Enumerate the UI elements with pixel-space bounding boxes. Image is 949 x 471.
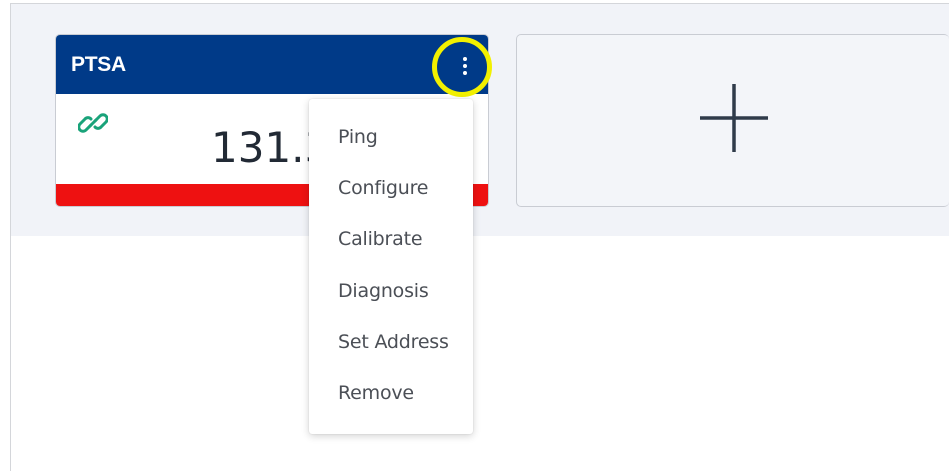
menu-item-ping[interactable]: Ping bbox=[338, 126, 378, 148]
kebab-menu-icon[interactable] bbox=[455, 56, 475, 76]
menu-item-configure[interactable]: Configure bbox=[338, 177, 428, 199]
link-icon bbox=[78, 113, 108, 133]
card-title: PTSA bbox=[71, 53, 126, 76]
context-menu: Ping Configure Calibrate Diagnosis Set A… bbox=[309, 99, 473, 434]
menu-item-remove[interactable]: Remove bbox=[338, 382, 414, 404]
card-header: PTSA bbox=[56, 35, 488, 94]
menu-item-diagnosis[interactable]: Diagnosis bbox=[338, 280, 429, 302]
menu-item-set-address[interactable]: Set Address bbox=[338, 331, 449, 353]
menu-item-calibrate[interactable]: Calibrate bbox=[338, 228, 423, 250]
plus-icon[interactable] bbox=[698, 82, 770, 154]
